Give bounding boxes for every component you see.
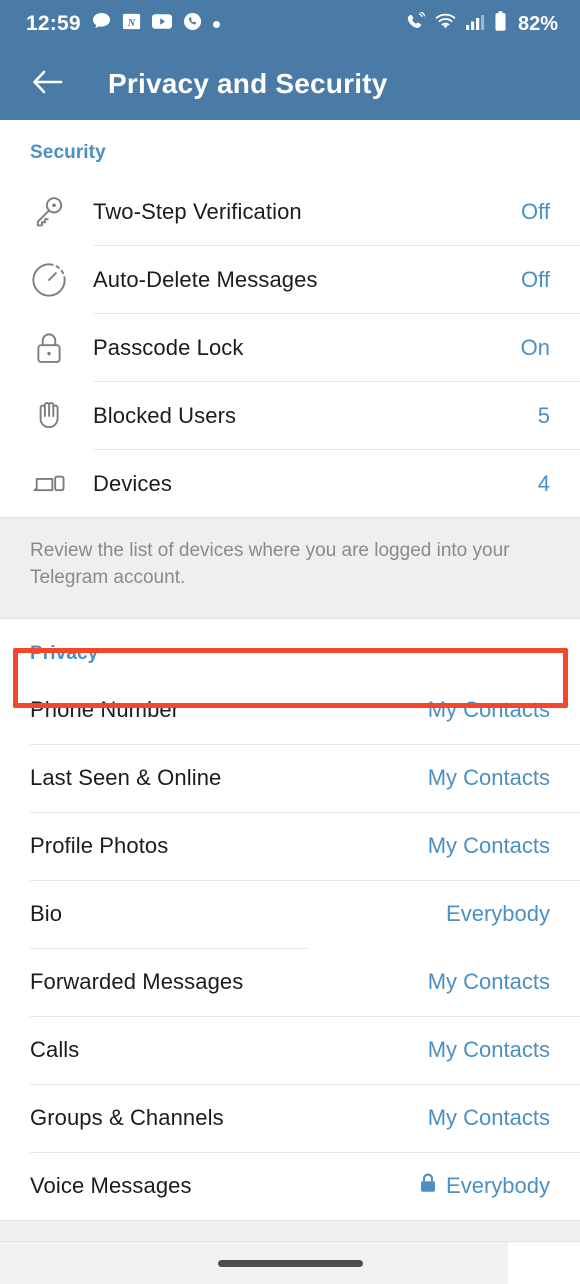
row-label: Last Seen & Online xyxy=(30,765,222,791)
status-bar-left: 12:59 N xyxy=(26,12,220,36)
devices-icon xyxy=(30,465,93,503)
status-bar-right: 82% xyxy=(404,10,558,37)
row-value: Off xyxy=(521,266,550,292)
whatsapp-icon xyxy=(183,12,202,36)
row-passcode-lock[interactable]: Passcode Lock On xyxy=(0,314,580,381)
devices-info-text: Review the list of devices where you are… xyxy=(30,540,510,588)
row-bio[interactable]: Bio Everybody xyxy=(0,880,580,948)
system-navigation-bar xyxy=(0,1242,580,1284)
wifi-icon xyxy=(435,13,456,36)
key-icon xyxy=(30,193,93,231)
row-value: On xyxy=(520,334,550,360)
section-header-security: Security xyxy=(30,142,106,163)
devices-info-block: Review the list of devices where you are… xyxy=(0,517,580,619)
phone-screen: 12:59 N 82% Privacy and Security Securit… xyxy=(0,0,580,1284)
row-label: Calls xyxy=(30,1037,80,1063)
youtube-icon xyxy=(151,14,172,34)
row-label: Forwarded Messages xyxy=(30,969,244,995)
cellular-signal-icon xyxy=(465,13,485,36)
row-label: Profile Photos xyxy=(30,833,169,859)
message-bubble-icon xyxy=(92,12,111,36)
news-app-icon: N xyxy=(122,12,141,36)
row-value: My Contacts xyxy=(427,765,550,791)
hand-icon xyxy=(30,397,93,435)
row-value: My Contacts xyxy=(427,1037,550,1063)
row-value: My Contacts xyxy=(427,697,550,723)
back-arrow-icon xyxy=(31,69,63,100)
status-bar: 12:59 N 82% xyxy=(0,0,580,48)
row-profile-photos[interactable]: Profile Photos My Contacts xyxy=(0,812,580,880)
timer-icon xyxy=(30,261,93,299)
section-gap xyxy=(0,1219,580,1242)
page-title: Privacy and Security xyxy=(108,68,388,99)
row-blocked-users[interactable]: Blocked Users 5 xyxy=(0,382,580,449)
app-toolbar: Privacy and Security xyxy=(0,48,580,120)
status-time: 12:59 xyxy=(26,12,81,35)
row-forwarded-messages[interactable]: Forwarded Messages My Contacts xyxy=(0,948,580,1016)
settings-content: Security Two-Step Verification Off Auto-… xyxy=(0,120,580,1284)
row-devices[interactable]: Devices 4 xyxy=(0,450,580,517)
premium-lock-icon xyxy=(419,1173,437,1199)
row-calls[interactable]: Calls My Contacts xyxy=(0,1016,580,1084)
row-value-group: Everybody xyxy=(419,1173,550,1199)
padlock-icon xyxy=(30,329,93,367)
back-button[interactable] xyxy=(24,61,70,107)
row-label: Devices xyxy=(93,470,172,496)
row-groups-and-channels[interactable]: Groups & Channels My Contacts xyxy=(0,1084,580,1152)
row-label: Phone Number xyxy=(30,697,180,723)
row-value: Everybody xyxy=(446,1173,550,1199)
call-mute-icon xyxy=(404,10,426,37)
battery-percent: 82% xyxy=(517,12,558,35)
row-auto-delete-messages[interactable]: Auto-Delete Messages Off xyxy=(0,246,580,313)
svg-text:N: N xyxy=(126,18,135,29)
row-label: Voice Messages xyxy=(30,1173,192,1199)
row-value: My Contacts xyxy=(427,1105,550,1131)
row-value: 5 xyxy=(537,402,550,428)
row-value: Off xyxy=(521,198,550,224)
row-label: Groups & Channels xyxy=(30,1105,224,1131)
row-value: Everybody xyxy=(446,901,550,927)
home-gesture-pill[interactable] xyxy=(217,1259,363,1267)
battery-icon xyxy=(494,11,507,37)
row-label: Blocked Users xyxy=(93,402,237,428)
row-label: Passcode Lock xyxy=(93,334,244,360)
nav-bar-right-fill xyxy=(508,1242,580,1284)
row-value: 4 xyxy=(537,470,550,496)
row-voice-messages[interactable]: Voice Messages Everybody xyxy=(0,1152,580,1220)
row-value: My Contacts xyxy=(427,833,550,859)
row-two-step-verification[interactable]: Two-Step Verification Off xyxy=(0,178,580,245)
section-header-privacy: Privacy xyxy=(30,642,99,664)
row-last-seen-online[interactable]: Last Seen & Online My Contacts xyxy=(0,744,580,812)
row-label: Bio xyxy=(30,901,63,927)
row-label: Two-Step Verification xyxy=(93,198,302,224)
row-value: My Contacts xyxy=(427,969,550,995)
dot-indicator-icon xyxy=(212,20,220,28)
row-label: Auto-Delete Messages xyxy=(93,266,318,292)
row-phone-number[interactable]: Phone Number My Contacts xyxy=(0,676,580,744)
